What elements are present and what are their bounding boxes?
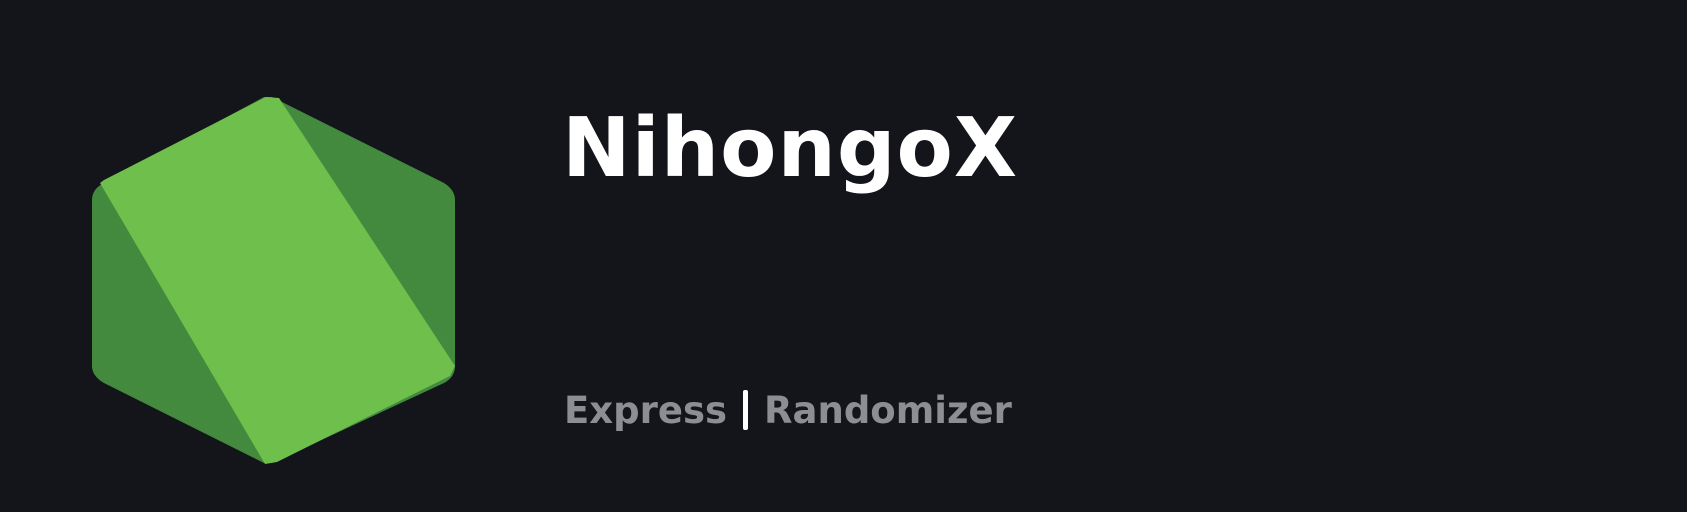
separator-bar-icon: [743, 390, 749, 430]
hexagon-logo-icon: [92, 97, 455, 464]
page-title: NihongoX: [562, 101, 1019, 196]
tag-randomizer: Randomizer: [764, 388, 1012, 432]
tag-express: Express: [564, 388, 728, 432]
subtitle-tags: Express Randomizer: [564, 390, 1012, 430]
